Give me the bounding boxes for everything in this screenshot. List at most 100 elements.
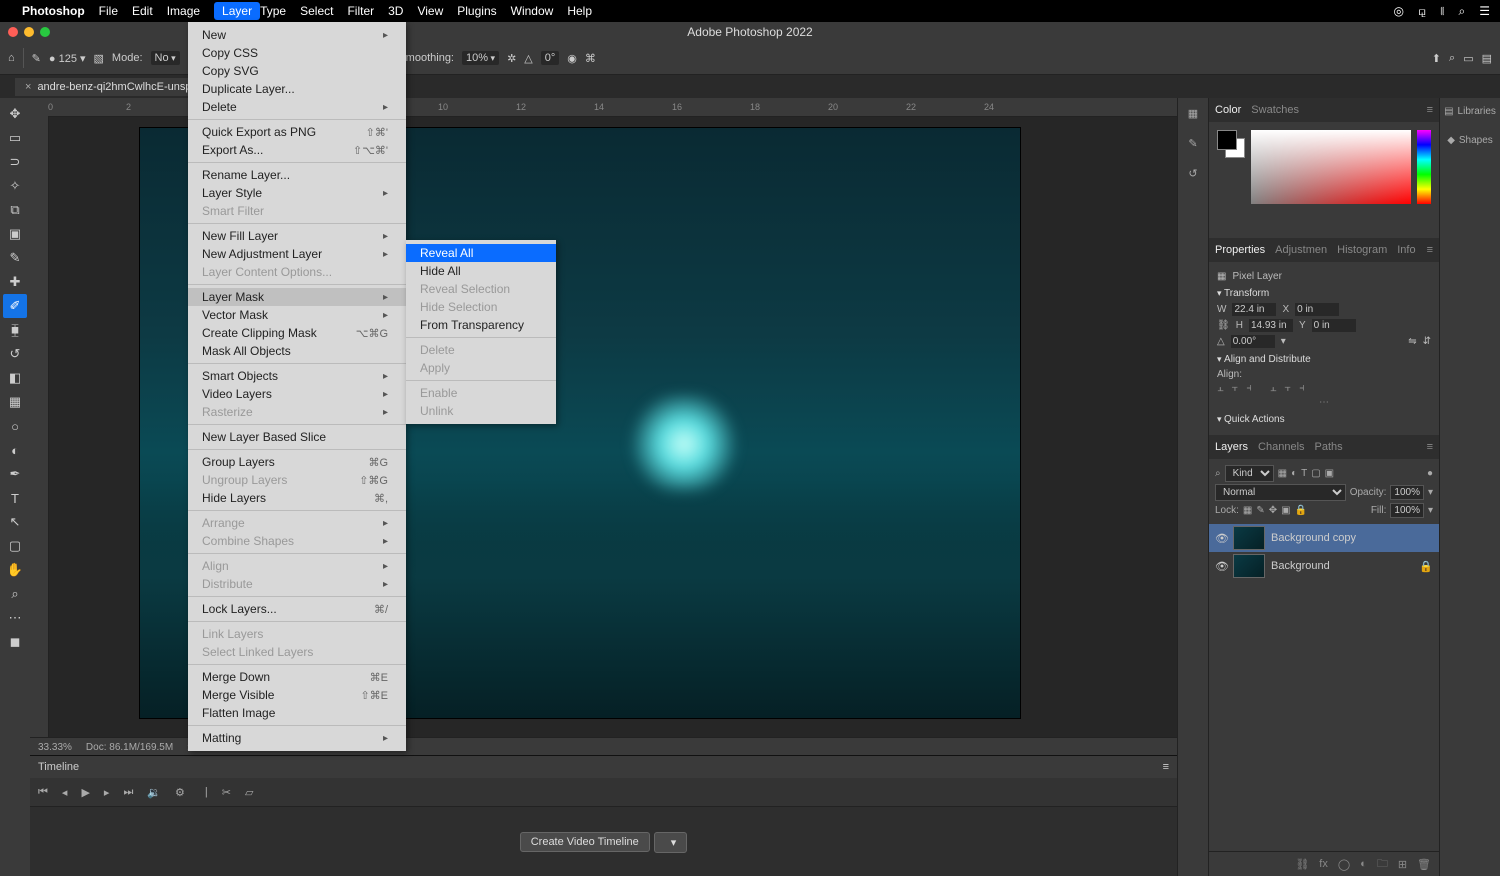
color-picker[interactable] (1251, 130, 1411, 204)
marquee-tool[interactable]: ▭ (3, 126, 27, 150)
align-right-icon[interactable]: ⫞ (1246, 382, 1252, 395)
color-tab[interactable]: Color (1215, 104, 1241, 116)
stamp-tool[interactable]: ⧯ (3, 318, 27, 342)
new-layer-icon[interactable]: ⊞ (1398, 858, 1407, 871)
layer-thumbnail[interactable] (1233, 554, 1265, 578)
home-icon[interactable]: ⌂ (8, 52, 15, 64)
histogram-tab[interactable]: Histogram (1337, 244, 1387, 256)
brush-preset[interactable]: ● 125 ▾ (49, 52, 86, 65)
smoothing-field[interactable]: 10% (462, 51, 499, 65)
menu-file[interactable]: File (99, 4, 118, 18)
lock-position-icon[interactable]: ✥ (1269, 505, 1277, 516)
wand-tool[interactable]: ✧ (3, 174, 27, 198)
hue-slider[interactable] (1417, 130, 1431, 204)
paths-tab[interactable]: Paths (1315, 441, 1343, 453)
cc-icon[interactable]: ◎ (1394, 4, 1404, 18)
shapes-collapsed[interactable]: ◆ Shapes (1440, 131, 1500, 150)
move-tool[interactable]: ✥ (3, 102, 27, 126)
layer-name[interactable]: Background (1271, 560, 1330, 572)
submenuitem-hide-all[interactable]: Hide All (406, 262, 556, 280)
eyedropper-tool[interactable]: ✎ (3, 246, 27, 270)
layers-panel-menu-icon[interactable]: ≡ (1427, 441, 1433, 453)
gradient-tool[interactable]: ▦ (3, 390, 27, 414)
fill-field[interactable]: 100% (1390, 503, 1424, 518)
lasso-tool[interactable]: ⊃ (3, 150, 27, 174)
menuitem-layer-mask[interactable]: Layer Mask (188, 288, 406, 306)
brush-settings-icon[interactable]: ▧ (94, 52, 104, 65)
filter-type-icon[interactable]: T (1301, 468, 1307, 479)
history-brush-tool[interactable]: ↺ (3, 342, 27, 366)
channels-tab[interactable]: Channels (1258, 441, 1304, 453)
flip-h-icon[interactable]: ⇋ (1408, 336, 1416, 347)
layers-tab[interactable]: Layers (1215, 441, 1248, 453)
fgbg-swatch[interactable]: ◼ (3, 630, 27, 654)
y-field[interactable] (1312, 319, 1356, 332)
eraser-tool[interactable]: ◧ (3, 366, 27, 390)
wifi-icon[interactable]: ⧛ (1440, 4, 1444, 19)
dodge-tool[interactable]: ◐ (3, 438, 27, 462)
menu-plugins[interactable]: Plugins (457, 4, 496, 18)
quick-actions-header[interactable]: Quick Actions (1217, 414, 1431, 425)
type-tool[interactable]: T (3, 486, 27, 510)
smoothing-options-icon[interactable]: ✲ (507, 52, 516, 65)
fx-icon[interactable]: fx (1319, 858, 1328, 870)
layer-filter-kind[interactable]: Kind (1225, 465, 1274, 482)
align-top-icon[interactable]: ⫠ (1270, 382, 1277, 395)
flip-v-icon[interactable]: ⇵ (1423, 336, 1431, 347)
swatches-tab[interactable]: Swatches (1251, 104, 1299, 116)
align-left-icon[interactable]: ⫠ (1217, 382, 1224, 395)
libraries-collapsed[interactable]: ▤ Libraries (1440, 102, 1500, 121)
menu-type[interactable]: Type (260, 4, 286, 18)
layer-thumbnail[interactable] (1233, 526, 1265, 550)
menuitem-smart-objects[interactable]: Smart Objects (188, 367, 406, 385)
menuitem-video-layers[interactable]: Video Layers (188, 385, 406, 403)
zoom-level[interactable]: 33.33% (38, 742, 72, 753)
menuitem-lock-layers-[interactable]: Lock Layers...⌘/ (188, 600, 406, 618)
lock-all-icon[interactable]: 🔒 (1295, 505, 1307, 516)
layer-opacity-field[interactable]: 100% (1390, 485, 1424, 500)
filter-adjust-icon[interactable]: ◐ (1291, 468, 1297, 479)
menuitem-group-layers[interactable]: Group Layers⌘G (188, 453, 406, 471)
menuitem-new-adjustment-layer[interactable]: New Adjustment Layer (188, 245, 406, 263)
timeline-tab[interactable]: Timeline (38, 761, 79, 773)
transform-header[interactable]: Transform (1217, 288, 1431, 299)
blend-mode-select[interactable]: Normal (1215, 484, 1346, 501)
play-icon[interactable]: ▶ (81, 786, 89, 799)
props-panel-menu-icon[interactable]: ≡ (1427, 244, 1433, 256)
menu-help[interactable]: Help (567, 4, 592, 18)
filter-smart-icon[interactable]: ▣ (1325, 468, 1334, 479)
mode-select[interactable]: No (151, 51, 180, 65)
layer-name[interactable]: Background copy (1271, 532, 1356, 544)
link-layers-icon[interactable]: ⛓ (1295, 858, 1309, 871)
menuitem-flatten-image[interactable]: Flatten Image (188, 704, 406, 722)
edit-toolbar[interactable]: ⋯ (3, 606, 27, 630)
menuitem-delete[interactable]: Delete (188, 98, 406, 116)
fgbg-control[interactable] (1217, 130, 1245, 158)
workspace-icon[interactable]: ▭ (1463, 52, 1473, 65)
lock-artboard-icon[interactable]: ▣ (1281, 505, 1290, 516)
menuitem-copy-svg[interactable]: Copy SVG (188, 62, 406, 80)
pressure-size-icon[interactable]: ◉ (567, 52, 577, 65)
next-frame-icon[interactable]: ▸ (104, 786, 110, 799)
menu-window[interactable]: Window (511, 4, 554, 18)
menu-filter[interactable]: Filter (347, 4, 374, 18)
brush-tool-icon[interactable]: ✎ (32, 52, 41, 65)
share-icon[interactable]: ⬆ (1432, 52, 1441, 65)
h-field[interactable] (1249, 319, 1293, 332)
menuitem-hide-layers[interactable]: Hide Layers⌘, (188, 489, 406, 507)
menu-3d[interactable]: 3D (388, 4, 403, 18)
menuitem-merge-down[interactable]: Merge Down⌘E (188, 668, 406, 686)
lock-trans-icon[interactable]: ▦ (1243, 505, 1252, 516)
menuitem-duplicate-layer-[interactable]: Duplicate Layer... (188, 80, 406, 98)
create-video-timeline-dropdown[interactable] (654, 832, 688, 853)
brush-tool[interactable]: ✐ (3, 294, 27, 318)
layer-row[interactable]: 👁Background🔒 (1209, 552, 1439, 580)
collapsed-brushes-icon[interactable]: ▦ (1182, 102, 1204, 124)
submenuitem-reveal-all[interactable]: Reveal All (406, 244, 556, 262)
menuitem-vector-mask[interactable]: Vector Mask (188, 306, 406, 324)
menuitem-rename-layer-[interactable]: Rename Layer... (188, 166, 406, 184)
color-panel-menu-icon[interactable]: ≡ (1427, 104, 1433, 116)
properties-tab[interactable]: Properties (1215, 244, 1265, 256)
filter-shape-icon[interactable]: ▢ (1311, 468, 1320, 479)
frame-tool[interactable]: ▣ (3, 222, 27, 246)
